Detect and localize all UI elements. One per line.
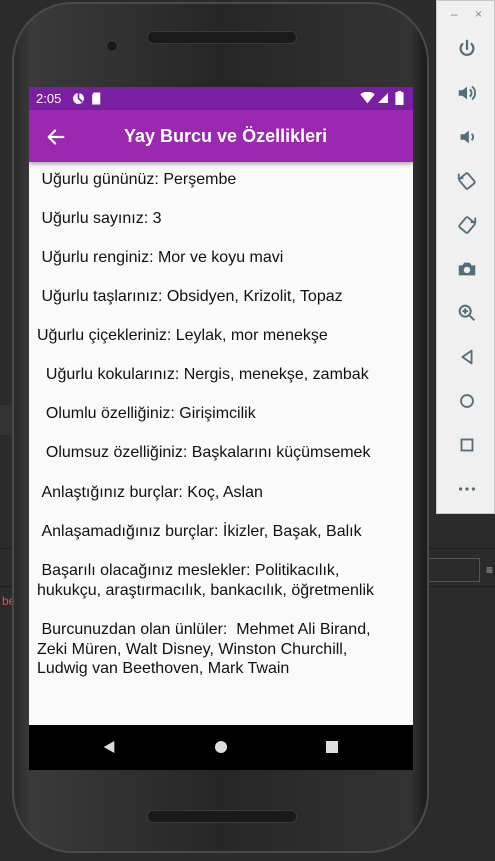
negative-trait-text: Olumsuz özelliğiniz: Başkalarını küçümse… [37,444,371,461]
status-time: 2:05 [36,91,62,106]
power-icon [459,39,475,56]
emulator-side-panel: – × [436,0,495,514]
volume-down-icon [460,130,474,144]
front-camera [106,40,118,52]
top-speaker [147,31,297,44]
lucky-scents-text: Uğurlu kokularınız: Nergis, menekşe, zam… [37,366,369,383]
app-bar: Yay Burcu ve Özellikleri [29,110,413,162]
volume-up-button[interactable] [451,77,483,109]
more-icon [458,487,476,491]
rotate-left-icon [457,172,476,190]
volume-down-button[interactable] [451,121,483,153]
nav-back-icon[interactable] [101,739,117,755]
screenshot-button[interactable] [451,253,483,285]
rotate-right-icon [458,216,477,234]
zoom-button[interactable] [451,297,483,329]
compatible-signs-text: Anlaştığınız burçlar: Koç, Aslan [37,484,263,501]
page-title: Yay Burcu ve Özellikleri [124,126,328,146]
zoom-icon [458,304,476,322]
rotate-left-button[interactable] [451,165,483,197]
system-nav-bar [29,725,413,770]
back-button[interactable] [451,341,483,373]
nav-overview-icon[interactable] [324,739,340,755]
ide-panel [0,405,12,435]
battery-icon [395,91,404,105]
power-button[interactable] [451,33,483,65]
lucky-color-text: Uğurlu renginiz: Mor ve koyu mavi [37,249,284,266]
lucky-day-text: Uğurlu gününüz: Perşembe [37,171,237,188]
celebrities-text: Burcunuzdan olan ünlüler: Mehmet Ali Bir… [37,621,371,677]
sd-card-icon [92,92,101,105]
rotate-right-button[interactable] [451,209,483,241]
home-icon [460,394,474,408]
lucky-flowers-text: Uğurlu çiçekleriniz: Leylak, mor menekşe [37,327,328,344]
close-button[interactable]: × [475,7,482,21]
back-arrow-icon[interactable] [45,126,67,148]
overview-icon [460,438,474,452]
home-button[interactable] [451,385,483,417]
phone-screen: 2:05 Yay Burcu ve Özellikleri Uğurlu gün… [29,87,413,770]
positive-trait-text: Olumlu özelliğiniz: Girişimcilik [37,405,256,422]
signal-icon [378,93,388,103]
more-button[interactable] [451,473,483,505]
professions-text: Başarılı olacağınız meslekler: Politikac… [37,562,375,599]
ide-menu-icon[interactable]: ≡ [486,563,493,577]
ide-search-field[interactable] [428,558,480,582]
camera-icon [458,262,476,276]
nav-home-icon[interactable] [213,739,229,755]
bottom-speaker [147,810,297,823]
horoscope-details: Uğurlu gününüz: Perşembe Uğurlu sayınız:… [29,162,413,725]
incompatible-signs-text: Anlaşamadığınız burçlar: İkizler, Başak,… [37,523,362,540]
wifi-icon [360,92,375,104]
overview-button[interactable] [451,429,483,461]
minimize-button[interactable]: – [451,7,458,21]
lucky-number-text: Uğurlu sayınız: 3 [37,210,162,227]
volume-up-icon [458,85,476,101]
back-icon [461,349,473,365]
window-controls: – × [437,7,494,23]
lucky-stones-text: Uğurlu taşlarınız: Obsidyen, Krizolit, T… [37,288,343,305]
status-bar: 2:05 [29,87,413,110]
data-saver-icon [73,93,84,104]
